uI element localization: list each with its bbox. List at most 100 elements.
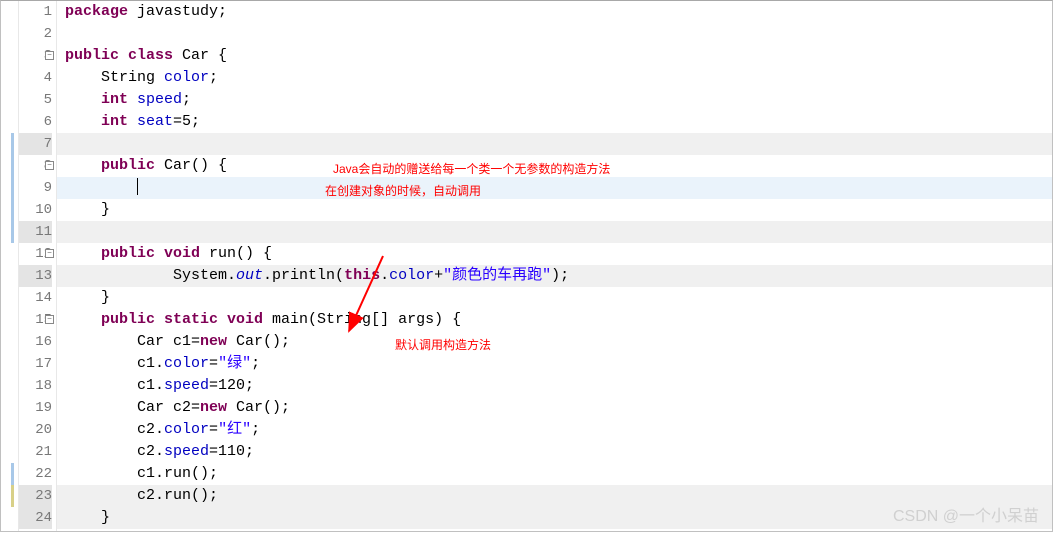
code-token: color bbox=[164, 421, 209, 438]
marker-cell bbox=[1, 375, 18, 397]
code-token: "红" bbox=[218, 421, 251, 438]
line-number: 9 bbox=[19, 177, 52, 199]
marker-cell bbox=[1, 419, 18, 441]
code-line[interactable]: public Car() {Java会自动的赠送给每一个类一个无参数的构造方法 bbox=[65, 155, 1052, 177]
line-number: 12− bbox=[19, 243, 52, 265]
marker-cell bbox=[1, 67, 18, 89]
line-number: 19 bbox=[19, 397, 52, 419]
line-number: 7 bbox=[19, 133, 52, 155]
code-line[interactable]: public void run() { bbox=[65, 243, 1052, 265]
code-line[interactable]: public class Car { bbox=[65, 45, 1052, 67]
code-token: =110; bbox=[209, 443, 254, 460]
code-token bbox=[65, 245, 101, 262]
code-line[interactable]: c1.color="绿"; bbox=[65, 353, 1052, 375]
code-token: } bbox=[65, 509, 110, 526]
marker-cell bbox=[1, 265, 18, 287]
line-number: 15− bbox=[19, 309, 52, 331]
code-token bbox=[65, 179, 137, 196]
code-line[interactable]: Car c1=new Car();默认调用构造方法 bbox=[65, 331, 1052, 353]
code-token: c1. bbox=[65, 355, 164, 372]
code-line[interactable]: package javastudy; bbox=[65, 1, 1052, 23]
code-token: + bbox=[434, 267, 443, 284]
code-token: = bbox=[209, 421, 218, 438]
code-token: Car c2= bbox=[65, 399, 200, 416]
code-token: c2.run(); bbox=[65, 487, 218, 504]
line-number: 13 bbox=[19, 265, 52, 287]
marker-cell bbox=[1, 485, 18, 507]
line-number: 21 bbox=[19, 441, 52, 463]
code-line[interactable]: c2.speed=110; bbox=[65, 441, 1052, 463]
code-token: Car { bbox=[182, 47, 227, 64]
code-content-area[interactable]: package javastudy; public class Car { Str… bbox=[57, 1, 1052, 531]
line-number: 24 bbox=[19, 507, 52, 529]
code-line[interactable]: } bbox=[65, 199, 1052, 221]
line-number: 18 bbox=[19, 375, 52, 397]
marker-cell bbox=[1, 177, 18, 199]
code-token: = bbox=[209, 355, 218, 372]
code-token bbox=[65, 135, 101, 152]
code-line[interactable]: Car c2=new Car(); bbox=[65, 397, 1052, 419]
code-token bbox=[65, 157, 101, 174]
code-line[interactable]: System.out.println(this.color+"颜色的车再跑"); bbox=[57, 265, 1052, 287]
line-number: 2 bbox=[19, 23, 52, 45]
code-editor[interactable]: 123−45678−9101112−131415−161718192021222… bbox=[1, 1, 1052, 531]
code-token: Car() { bbox=[164, 157, 227, 174]
marker-cell bbox=[1, 397, 18, 419]
fold-minus-icon[interactable]: − bbox=[45, 51, 54, 60]
code-token: c1. bbox=[65, 377, 164, 394]
code-token: color bbox=[164, 355, 209, 372]
code-token: speed bbox=[164, 443, 209, 460]
marker-cell bbox=[1, 353, 18, 375]
marker-bar bbox=[1, 1, 19, 531]
code-token: int bbox=[101, 113, 137, 130]
marker-cell bbox=[1, 133, 18, 155]
code-token: Car c1= bbox=[65, 333, 200, 350]
code-token: int bbox=[101, 91, 137, 108]
code-token: javastudy; bbox=[137, 3, 227, 20]
code-line[interactable] bbox=[57, 221, 1052, 243]
marker-cell bbox=[1, 331, 18, 353]
code-token: seat bbox=[137, 113, 173, 130]
code-token: c2. bbox=[65, 443, 164, 460]
code-token: String bbox=[65, 69, 164, 86]
code-line[interactable]: int speed; bbox=[65, 89, 1052, 111]
code-token: "颜色的车再跑" bbox=[443, 267, 551, 284]
marker-cell bbox=[1, 23, 18, 45]
code-line[interactable] bbox=[65, 23, 1052, 45]
code-token bbox=[65, 91, 101, 108]
code-token: ; bbox=[251, 421, 260, 438]
code-token: ; bbox=[209, 69, 218, 86]
line-number: 16 bbox=[19, 331, 52, 353]
code-token: run() { bbox=[209, 245, 272, 262]
code-token: public class bbox=[65, 47, 182, 64]
line-number: 1 bbox=[19, 1, 52, 23]
code-token: color bbox=[389, 267, 434, 284]
fold-minus-icon[interactable]: − bbox=[45, 249, 54, 258]
line-number: 23 bbox=[19, 485, 52, 507]
marker-cell bbox=[1, 287, 18, 309]
code-line[interactable]: c1.run(); bbox=[65, 463, 1052, 485]
code-line[interactable]: } bbox=[65, 287, 1052, 309]
code-token: speed bbox=[164, 377, 209, 394]
fold-minus-icon[interactable]: − bbox=[45, 161, 54, 170]
watermark: CSDN @一个小呆苗 bbox=[893, 502, 1039, 526]
code-line[interactable]: 在创建对象的时候，自动调用 bbox=[57, 177, 1052, 199]
code-line[interactable]: c1.speed=120; bbox=[65, 375, 1052, 397]
code-line[interactable]: public static void main(String[] args) { bbox=[65, 309, 1052, 331]
line-number: 22 bbox=[19, 463, 52, 485]
marker-cell bbox=[1, 507, 18, 529]
fold-minus-icon[interactable]: − bbox=[45, 315, 54, 324]
code-line[interactable]: int seat=5; bbox=[65, 111, 1052, 133]
marker-cell bbox=[1, 243, 18, 265]
code-line[interactable]: String color; bbox=[65, 67, 1052, 89]
line-number: 6 bbox=[19, 111, 52, 133]
marker-cell bbox=[1, 155, 18, 177]
code-token: public bbox=[101, 157, 164, 174]
line-number: 3− bbox=[19, 45, 52, 67]
code-token: ; bbox=[251, 355, 260, 372]
line-number: 20 bbox=[19, 419, 52, 441]
code-line[interactable] bbox=[57, 133, 1052, 155]
code-line[interactable]: c2.color="红"; bbox=[65, 419, 1052, 441]
code-token: out bbox=[236, 267, 263, 284]
code-token: new bbox=[200, 399, 236, 416]
